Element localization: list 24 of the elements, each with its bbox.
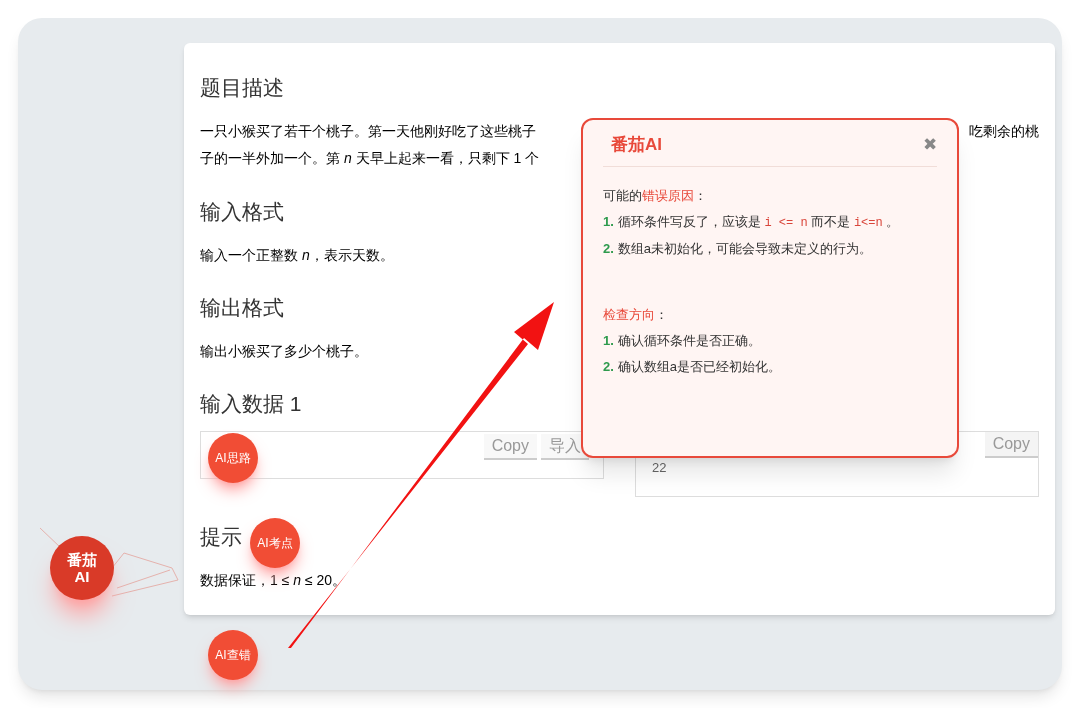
copy-button[interactable]: Copy bbox=[984, 432, 1038, 458]
panel-list-item: 1. 确认循环条件是否正确。 bbox=[603, 331, 762, 350]
ai-bubble-button[interactable]: AI查错 bbox=[208, 630, 258, 680]
body-text: 数据保证，1 ≤ n ≤ 20。 bbox=[200, 571, 347, 590]
section-heading: 提示 bbox=[200, 524, 242, 550]
body-text: 输出小猴买了多少个桃子。 bbox=[200, 342, 368, 361]
section-heading: 题目描述 bbox=[200, 75, 284, 101]
panel-list-item: 1. 循环条件写反了，应该是 i <= n 而不是 i<=n 。 bbox=[603, 212, 901, 232]
section-heading: 输出格式 bbox=[200, 295, 284, 321]
description-text: 子的一半外加一个。第 n 天早上起来一看，只剩下 1 个 bbox=[200, 149, 540, 168]
group-heading: 可能的错误原因： bbox=[603, 186, 708, 205]
copy-button[interactable]: Copy bbox=[483, 434, 537, 460]
description-text: 吃剩余的桃 bbox=[969, 122, 1039, 141]
section-heading: 输入格式 bbox=[200, 199, 284, 225]
panel-list-item: 2. 确认数组a是否已经初始化。 bbox=[603, 357, 783, 376]
group-heading: 检查方向： bbox=[603, 305, 669, 324]
section-heading: 输入数据 1 bbox=[200, 391, 302, 417]
panel-list-item: 2. 数组a未初始化，可能会导致未定义的行为。 bbox=[603, 239, 874, 258]
description-text: 一只小猴买了若干个桃子。第一天他刚好吃了这些桃子 bbox=[200, 122, 536, 141]
panel-title: 番茄AI bbox=[611, 134, 662, 156]
body-text: 输入一个正整数 n，表示天数。 bbox=[200, 246, 394, 265]
close-button[interactable]: ✖ bbox=[923, 132, 937, 158]
ai-main-button[interactable]: 番茄 AI bbox=[50, 536, 114, 600]
output-value: 22 bbox=[652, 459, 667, 477]
